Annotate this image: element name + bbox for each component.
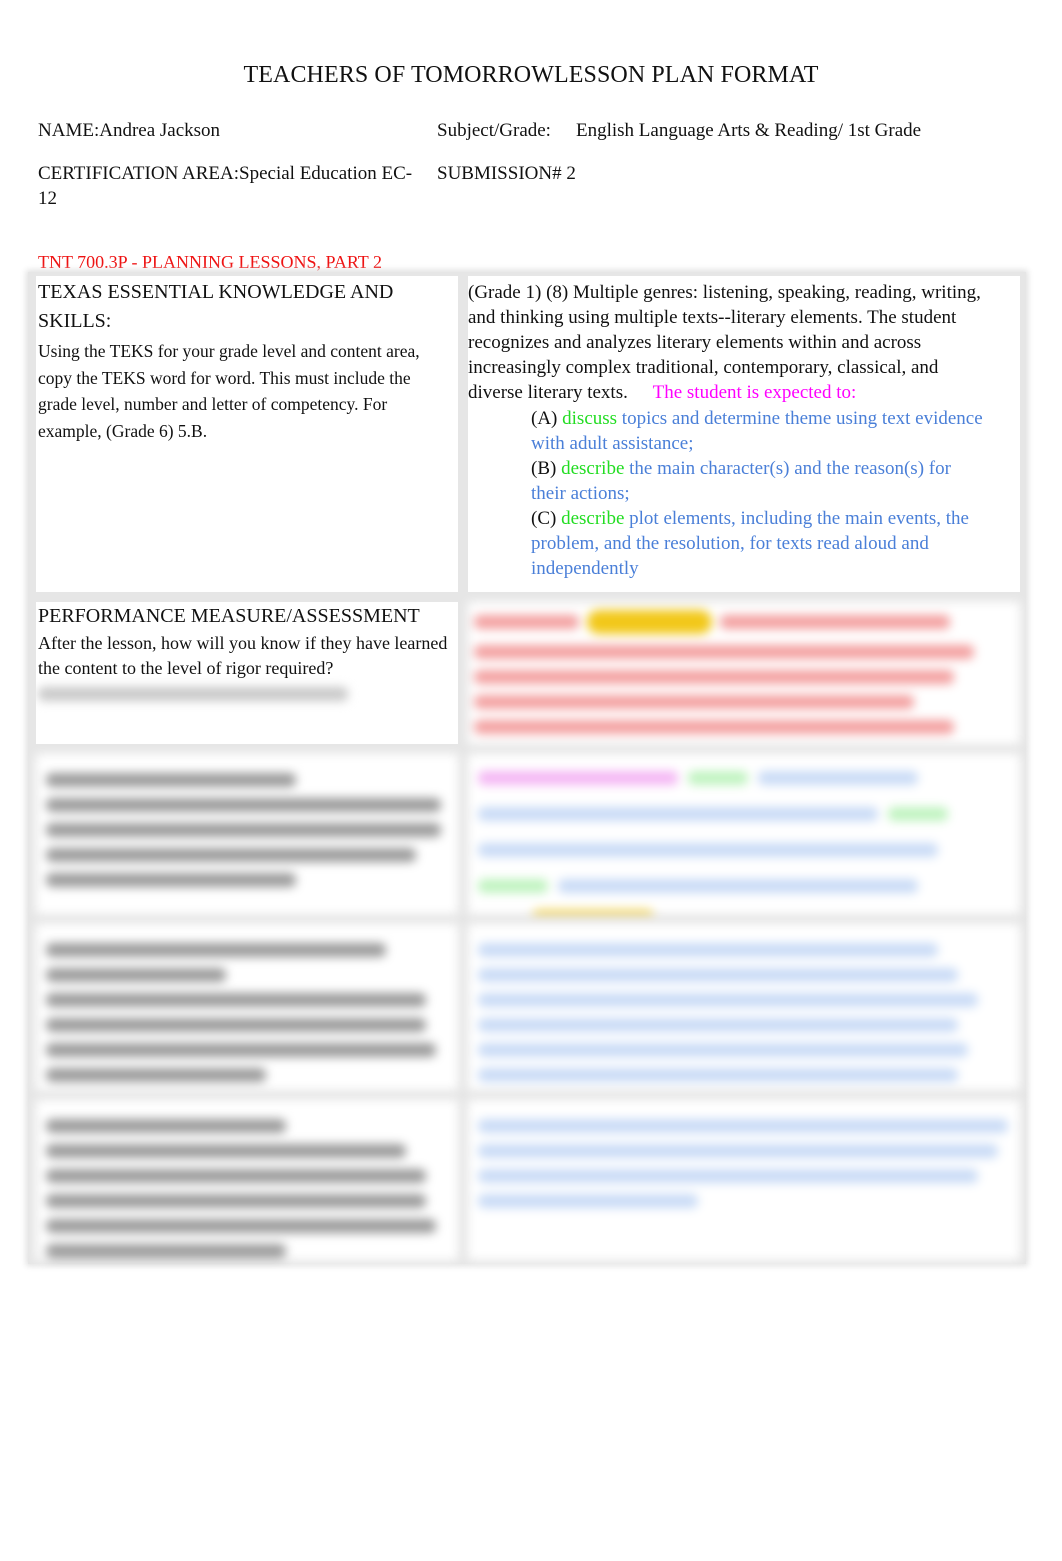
performance-label-cell: PERFORMANCE MEASURE/ASSESSMENT After the… xyxy=(36,602,458,744)
essential-question-content-cell xyxy=(468,924,1020,1090)
teks-content-cell: (Grade 1) (8) Multiple genres: listening… xyxy=(468,276,1020,592)
teks-item-a: (A) discuss topics and determine theme u… xyxy=(468,406,990,456)
strategies-content-cell xyxy=(468,1100,1020,1260)
item-letter: (B) xyxy=(531,458,557,479)
name-field: NAME:Andrea Jackson xyxy=(38,118,220,143)
lesson-plan-table: TEXAS ESSENTIAL KNOWLEDGE AND SKILLS: Us… xyxy=(28,272,1026,1264)
item-letter: (A) xyxy=(531,408,558,429)
document-title: TEACHERS OF TOMORROWLESSON PLAN FORMAT xyxy=(243,62,819,88)
name-value: Andrea Jackson xyxy=(99,120,221,141)
name-label: NAME: xyxy=(38,120,100,141)
teks-expectation-lead: The student is expected to: xyxy=(652,382,857,403)
teks-item-b: (B) describe the main character(s) and t… xyxy=(468,456,990,506)
teks-heading: TEXAS ESSENTIAL KNOWLEDGE AND SKILLS: xyxy=(38,281,394,332)
item-verb: describe xyxy=(561,508,625,529)
objective-content-cell xyxy=(468,754,1020,914)
certification-field: CERTIFICATION AREA:Special Education EC-… xyxy=(38,161,418,211)
performance-instructions: After the lesson, how will you know if t… xyxy=(38,633,448,678)
teks-instructions: Using the TEKS for your grade level and … xyxy=(38,341,420,441)
submission-value: 2 xyxy=(566,163,576,184)
strategies-label-cell xyxy=(36,1100,458,1260)
item-verb: describe xyxy=(561,458,625,479)
submission-field: SUBMISSION# 2 xyxy=(437,161,576,186)
performance-blurred-text xyxy=(38,687,458,701)
teks-label-cell: TEXAS ESSENTIAL KNOWLEDGE AND SKILLS: Us… xyxy=(36,276,458,592)
subject-value: English Language Arts & Reading/ 1st Gra… xyxy=(575,120,922,141)
highlight-badge xyxy=(587,610,712,634)
performance-content-cell xyxy=(468,602,1020,744)
subject-field: Subject/Grade: English Language Arts & Re… xyxy=(437,118,921,143)
certification-label: CERTIFICATION AREA: xyxy=(38,163,240,184)
section-label: TNT 700.3P - PLANNING LESSONS, PART 2 xyxy=(38,252,382,272)
essential-question-label-cell xyxy=(36,924,458,1090)
submission-label: SUBMISSION# xyxy=(437,163,562,184)
performance-heading: PERFORMANCE MEASURE/ASSESSMENT xyxy=(38,605,420,627)
subject-label: Subject/Grade: xyxy=(437,120,551,141)
teks-item-c: (C) describe plot elements, including th… xyxy=(468,506,990,581)
item-letter: (C) xyxy=(531,508,557,529)
item-verb: discuss xyxy=(562,408,618,429)
objective-label-cell xyxy=(36,754,458,914)
